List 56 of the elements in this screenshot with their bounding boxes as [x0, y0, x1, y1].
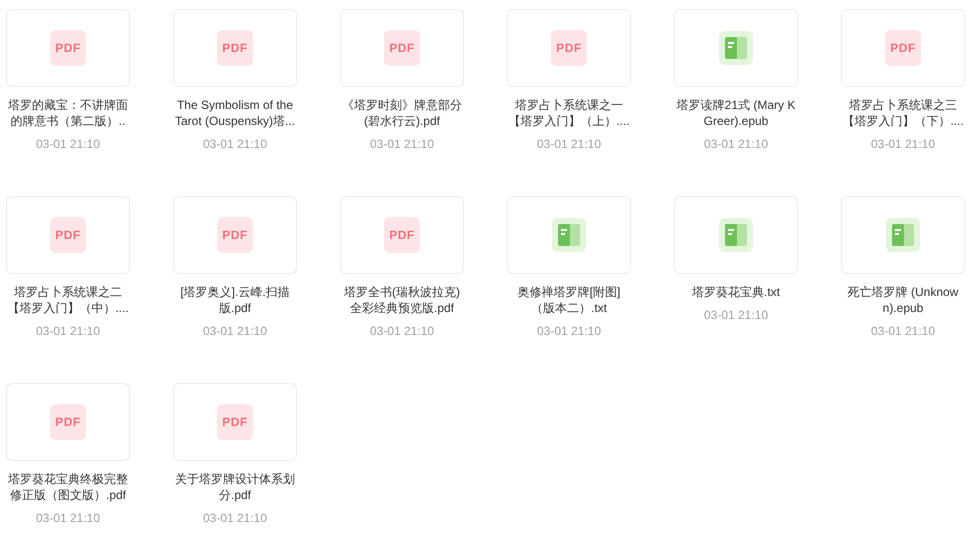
file-thumbnail[interactable]: PDF: [340, 9, 464, 87]
file-date: 03-01 21:10: [704, 307, 768, 323]
file-date: 03-01 21:10: [536, 323, 602, 339]
pdf-icon: PDF: [217, 217, 253, 253]
file-name: 塔罗的藏宝：不讲牌面 的牌意书（第二版）..: [8, 97, 128, 129]
file-thumbnail[interactable]: PDF: [173, 196, 297, 274]
file-thumbnail[interactable]: [507, 196, 631, 274]
pdf-icon: PDF: [50, 217, 86, 253]
file-date: 03-01 21:10: [202, 510, 268, 526]
book-icon: [719, 31, 753, 65]
file-name: 奥修禅塔罗牌[附图] （版本二）.txt: [518, 284, 620, 316]
file-thumbnail[interactable]: [674, 196, 798, 274]
pdf-icon: PDF: [217, 30, 253, 66]
file-date: 03-01 21:10: [36, 323, 100, 339]
file-date: 03-01 21:10: [36, 510, 100, 526]
pdf-icon: PDF: [50, 30, 86, 66]
file-name: 塔罗葵花宝典终极完整 修正版（图文版）.pdf: [8, 471, 128, 503]
file-name: 塔罗全书(瑞秋波拉克) 全彩经典预览版.pdf: [344, 284, 460, 316]
pdf-icon: PDF: [384, 30, 420, 66]
file-date: 03-01 21:10: [536, 136, 602, 152]
pdf-icon: PDF: [50, 404, 86, 440]
file-date: 03-01 21:10: [202, 136, 268, 152]
pdf-icon: PDF: [384, 217, 420, 253]
pdf-icon: PDF: [551, 30, 587, 66]
book-icon: [552, 218, 586, 252]
file-thumbnail[interactable]: PDF: [173, 9, 297, 87]
file-thumbnail[interactable]: PDF: [340, 196, 464, 274]
file-thumbnail[interactable]: PDF: [6, 9, 130, 87]
file-name: 死亡塔罗牌 (Unknow n).epub: [848, 284, 958, 316]
book-icon: [886, 218, 920, 252]
file-name: The Symbolism of the Tarot (Ouspensky)塔...: [174, 97, 296, 129]
file-name: 塔罗占卜系统课之一 【塔罗入门】（上）....: [508, 97, 630, 129]
file-thumbnail[interactable]: PDF: [173, 383, 297, 461]
file-date: 03-01 21:10: [704, 136, 768, 152]
file-thumbnail[interactable]: [841, 196, 965, 274]
file-date: 03-01 21:10: [202, 323, 268, 339]
file-name: [塔罗奥义].云峰.扫描 版.pdf: [180, 284, 290, 316]
pdf-icon: PDF: [885, 30, 921, 66]
file-name: 塔罗葵花宝典.txt: [692, 284, 780, 300]
file-date: 03-01 21:10: [36, 136, 100, 152]
file-name: 塔罗占卜系统课之二 【塔罗入门】（中）....: [7, 284, 129, 316]
file-thumbnail[interactable]: PDF: [6, 196, 130, 274]
pdf-icon: PDF: [217, 404, 253, 440]
file-thumbnail[interactable]: PDF: [507, 9, 631, 87]
file-name: 塔罗占卜系统课之三 【塔罗入门】（下）....: [842, 97, 964, 129]
file-name: 《塔罗时刻》牌意部分 (碧水行云).pdf: [342, 97, 462, 129]
file-thumbnail[interactable]: PDF: [6, 383, 130, 461]
file-name: 塔罗读牌21式 (Mary K Greer).epub: [676, 97, 796, 129]
file-date: 03-01 21:10: [370, 323, 434, 339]
file-thumbnail[interactable]: [674, 9, 798, 87]
file-date: 03-01 21:10: [870, 136, 936, 152]
file-date: 03-01 21:10: [370, 136, 434, 152]
file-date: 03-01 21:10: [870, 323, 936, 339]
book-icon: [719, 218, 753, 252]
file-name: 关于塔罗牌设计体系划 分.pdf: [175, 471, 295, 503]
file-thumbnail[interactable]: PDF: [841, 9, 965, 87]
